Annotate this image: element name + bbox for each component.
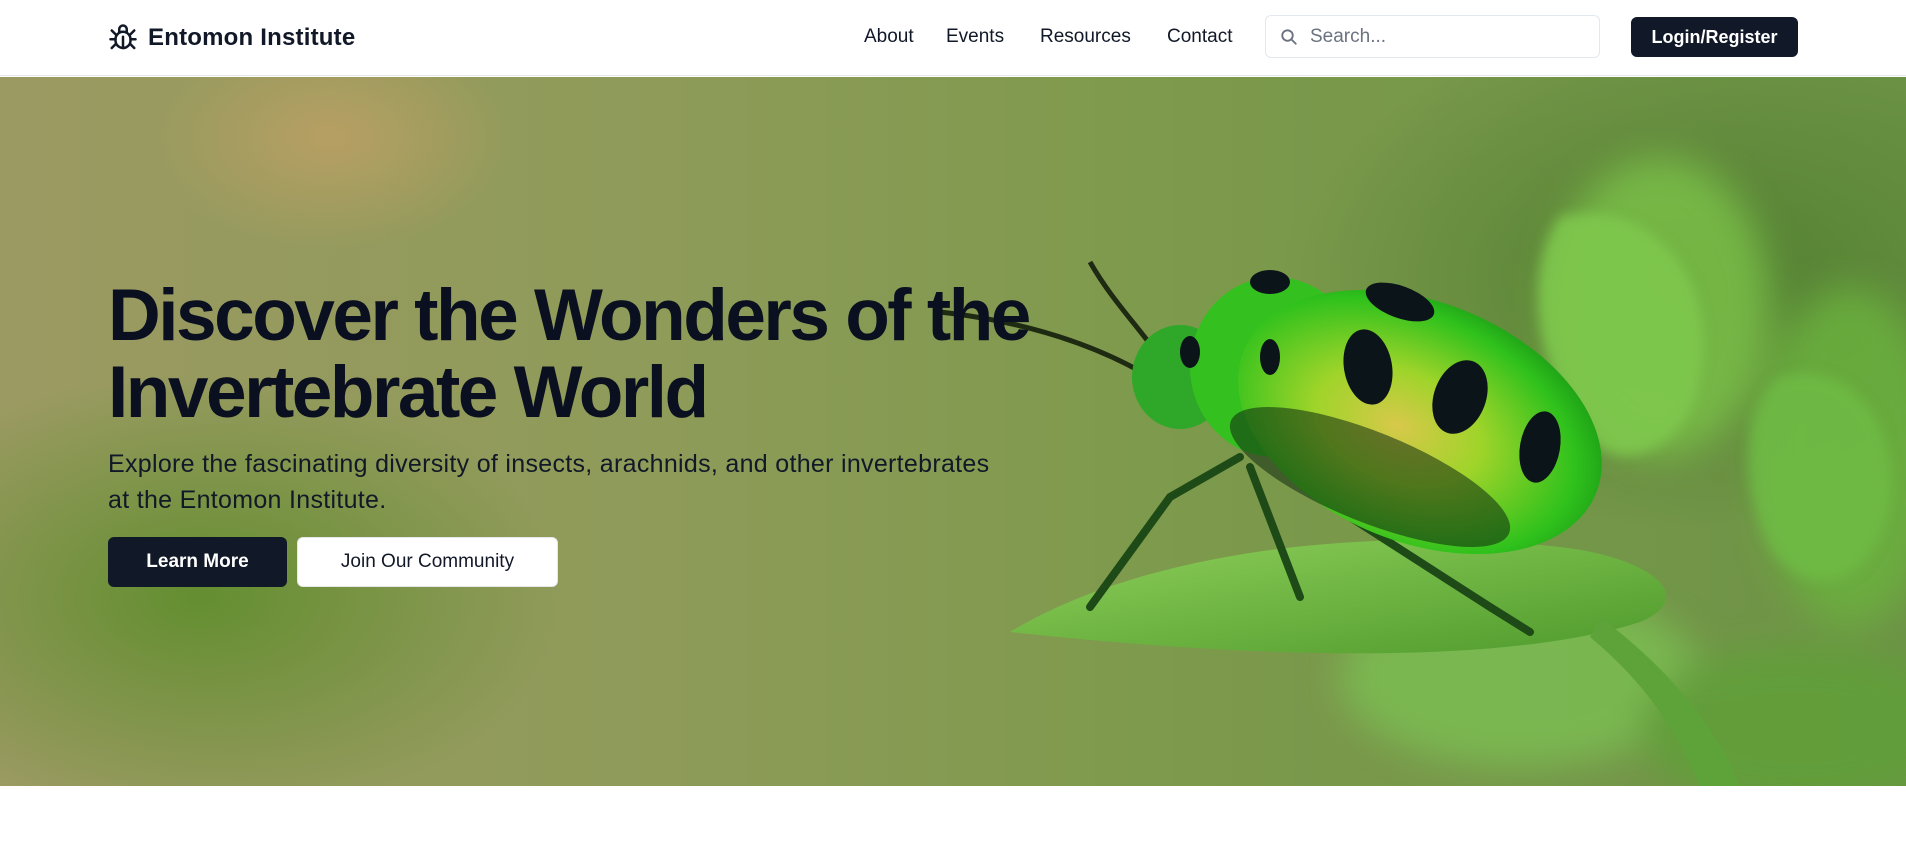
join-community-button[interactable]: Join Our Community: [297, 537, 558, 587]
hero-subtitle-line-1: Explore the fascinating diversity of ins…: [108, 450, 990, 478]
nav-about[interactable]: About: [864, 26, 914, 48]
hero-title-line-1: Discover the Wonders of the: [108, 275, 1031, 356]
brand[interactable]: Entomon Institute: [108, 20, 355, 56]
bug-icon: [108, 23, 138, 53]
hero-subtitle: Explore the fascinating diversity of ins…: [108, 446, 1088, 518]
hero-subtitle-line-2: at the Entomon Institute.: [108, 486, 387, 514]
nav-contact[interactable]: Contact: [1167, 26, 1232, 48]
nav-events[interactable]: Events: [946, 26, 1004, 48]
search-input[interactable]: [1308, 24, 1582, 49]
learn-more-button[interactable]: Learn More: [108, 537, 287, 587]
hero-title: Discover the Wonders of the Invertebrate…: [108, 277, 1088, 431]
brand-name: Entomon Institute: [148, 24, 356, 51]
search-box[interactable]: [1265, 15, 1600, 58]
login-register-button[interactable]: Login/Register: [1631, 17, 1798, 57]
hero-title-line-2: Invertebrate World: [108, 352, 709, 433]
nav-resources[interactable]: Resources: [1040, 26, 1131, 48]
site-header: Entomon Institute About Events Resources…: [0, 0, 1906, 76]
hero-section: Discover the Wonders of the Invertebrate…: [0, 77, 1906, 786]
search-icon: [1280, 28, 1298, 46]
